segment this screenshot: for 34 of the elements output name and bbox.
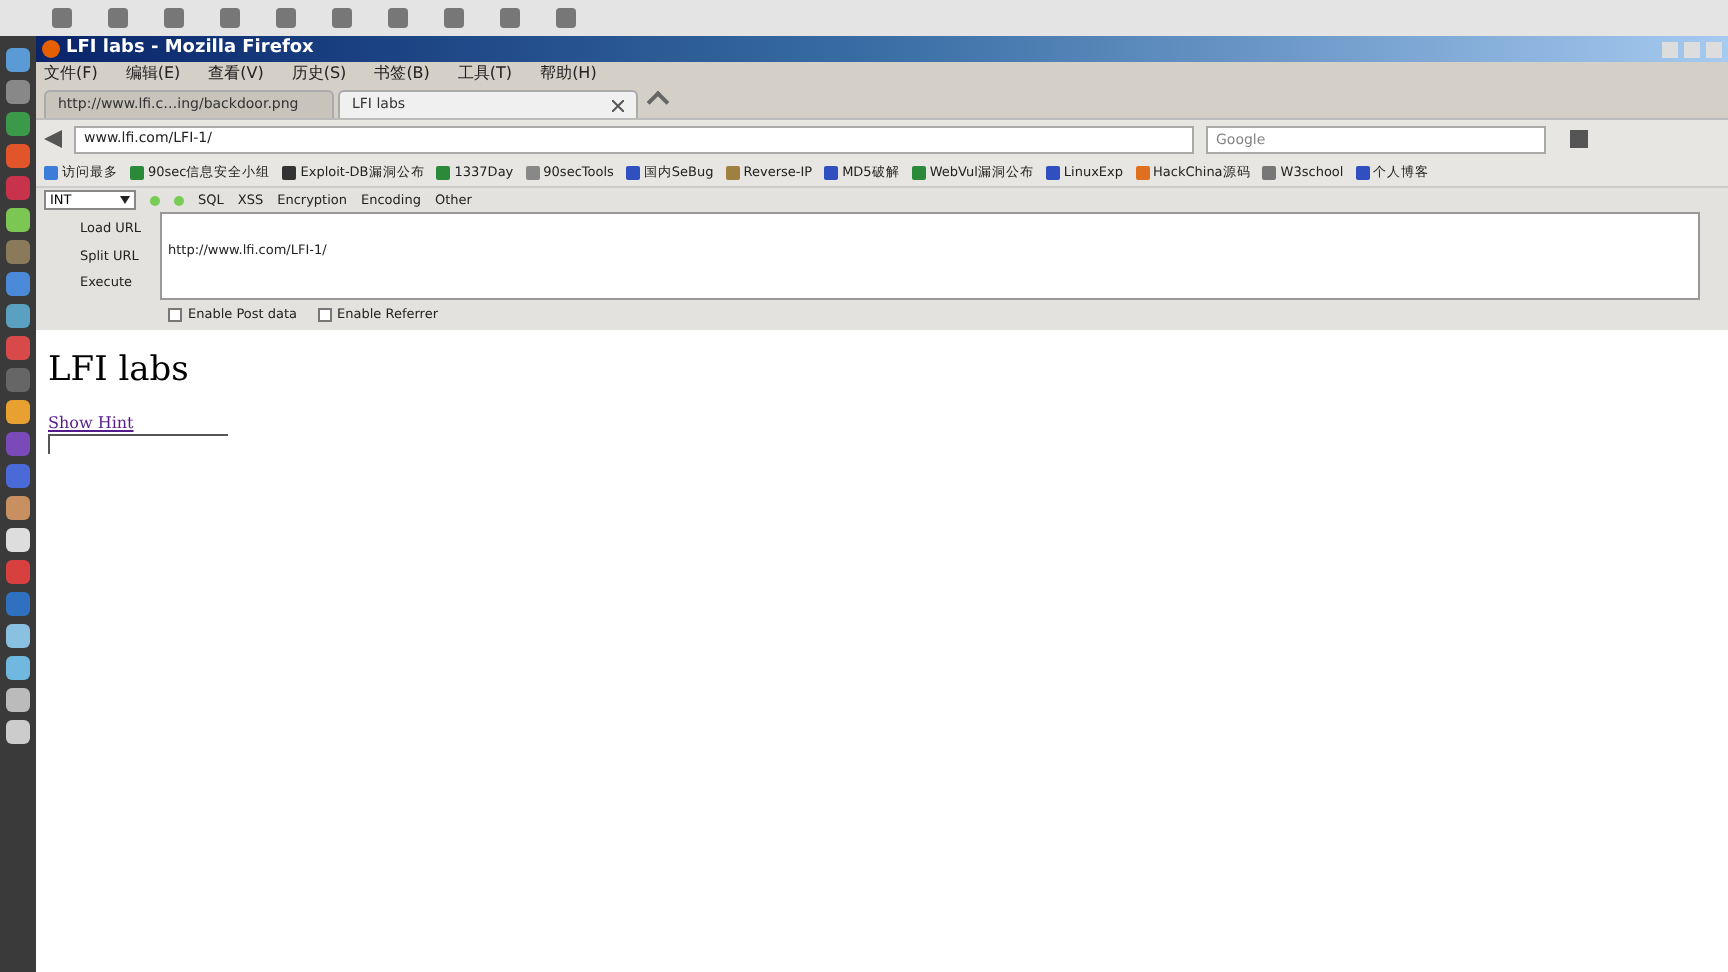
pause-icon[interactable] [52,8,72,28]
app-icon[interactable] [6,656,30,680]
app-icon[interactable] [6,528,30,552]
toolbar-icon[interactable] [220,8,240,28]
back-arrow-icon[interactable] [44,130,62,148]
menu-item[interactable]: 工具(T) [457,66,513,82]
app-icon[interactable] [6,688,30,712]
menu-item[interactable]: 历史(S) [291,66,347,82]
toolbar-icon[interactable] [500,8,520,28]
app-icon[interactable] [6,208,30,232]
toolbar-icon[interactable] [556,8,576,28]
app-icon[interactable] [6,624,30,648]
app-icon[interactable] [6,496,30,520]
dropdown-arrow-icon [120,196,130,204]
menu-item[interactable]: 文件(F) [44,66,98,82]
menu-item[interactable]: 帮助(H) [540,66,597,82]
toolbar-icon[interactable] [444,8,464,28]
checkbox[interactable] [317,308,332,322]
menu-item[interactable]: 查看(V) [208,66,264,82]
checkbox[interactable] [168,308,182,322]
window-title: LFI labs - Mozilla Firefox [66,40,314,58]
app-icon[interactable] [6,48,30,72]
toolbar-icon[interactable] [388,8,408,28]
app-icon[interactable] [6,400,30,424]
menu-item[interactable]: 书签(B) [374,66,430,82]
toolbar-icon[interactable] [164,8,184,28]
app-icon[interactable] [6,304,30,328]
page-heading: LFI labs [48,354,191,388]
app-icon[interactable] [6,720,30,744]
show-hint-link[interactable]: Show Hint [48,416,1716,432]
menu-item[interactable]: 编辑(E) [125,66,181,82]
toolbar-icon[interactable] [332,8,352,28]
toolbar-icon[interactable] [276,8,296,28]
toolbar-icon[interactable] [108,8,128,28]
